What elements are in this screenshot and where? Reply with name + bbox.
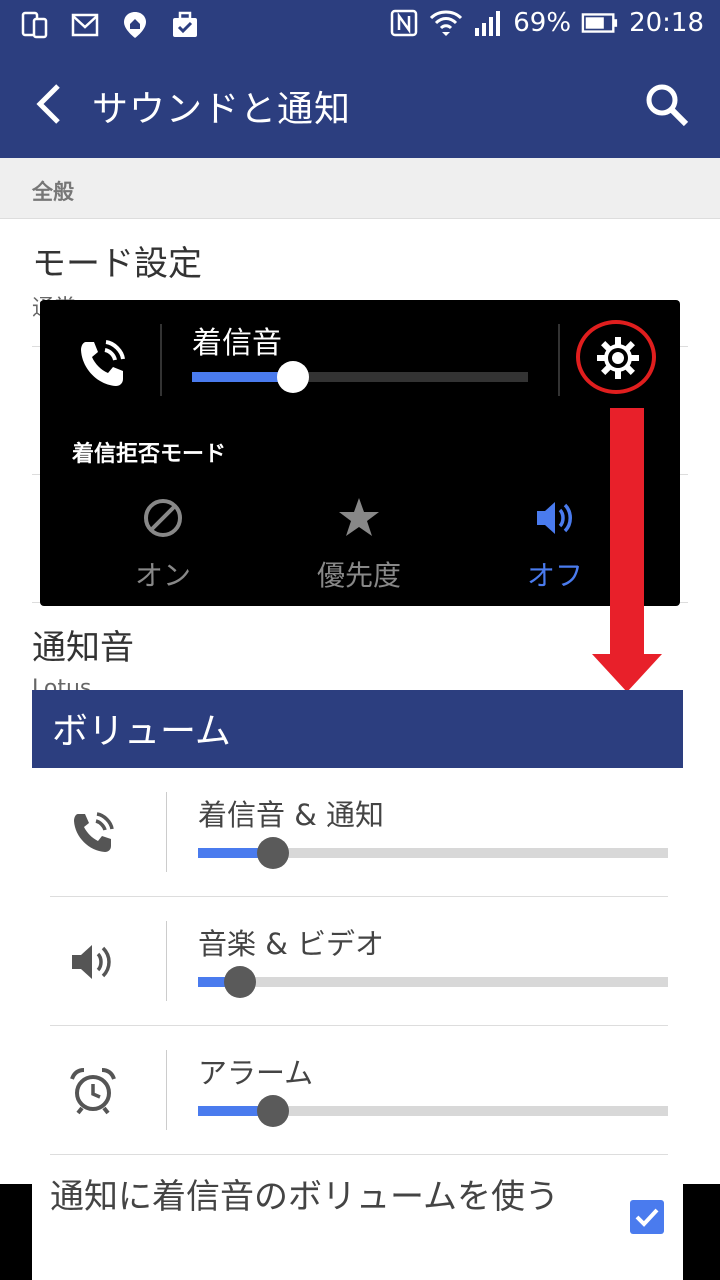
music-video-slider[interactable] xyxy=(198,966,668,998)
slider-thumb[interactable] xyxy=(224,966,256,998)
status-bar: 69% 20:18 xyxy=(0,0,720,50)
alarm-slider[interactable] xyxy=(198,1095,668,1127)
gmail-icon xyxy=(71,13,99,37)
clock: 20:18 xyxy=(629,8,704,38)
dnd-option-label: オン xyxy=(134,559,191,592)
divider xyxy=(166,1050,167,1130)
block-icon xyxy=(144,499,182,537)
wifi-icon xyxy=(430,10,463,36)
dnd-option-label: オフ xyxy=(526,559,583,592)
signal-icon xyxy=(475,11,501,36)
speaker-icon xyxy=(72,945,111,979)
volume-row-label: アラーム xyxy=(198,1056,314,1090)
alarm-clock-icon xyxy=(70,1068,116,1115)
volume-row-media: 音楽 & ビデオ xyxy=(50,897,668,1026)
battery-percent: 69% xyxy=(513,8,572,38)
divider xyxy=(166,921,167,1001)
volume-row-label: 音楽 & ビデオ xyxy=(198,927,385,961)
mode-setting-title[interactable]: モード設定 xyxy=(32,236,202,285)
ringtone-volume-label: 着信音 xyxy=(192,326,282,361)
dnd-mode-label: 着信拒否モード xyxy=(72,442,227,467)
briefcase-check-icon xyxy=(173,11,197,37)
phone-ring-icon xyxy=(81,340,125,386)
location-home-icon xyxy=(124,12,146,38)
battery-icon xyxy=(581,13,618,33)
annotation-arrow-head xyxy=(592,654,662,692)
dnd-option-label: 優先度 xyxy=(316,559,401,592)
ringtone-volume-slider[interactable] xyxy=(192,361,528,393)
annotation-arrow-shaft xyxy=(610,408,644,658)
volume-dialog-title: ボリューム xyxy=(52,711,231,752)
devices-icon xyxy=(21,11,48,39)
star-icon xyxy=(339,498,379,536)
dnd-option-priority[interactable]: 優先度 xyxy=(284,496,434,594)
dnd-option-off[interactable]: オフ xyxy=(480,496,630,594)
slider-thumb[interactable] xyxy=(257,837,289,869)
slider-thumb[interactable] xyxy=(277,361,309,393)
volume-row-ringtone: 着信音 & 通知 xyxy=(50,768,668,897)
divider xyxy=(558,324,560,396)
background-strip xyxy=(0,1184,32,1280)
app-bar: サウンドと通知 xyxy=(0,50,720,158)
divider xyxy=(166,792,167,872)
speaker-icon xyxy=(537,502,572,534)
use-ringtone-volume-checkbox[interactable] xyxy=(630,1200,664,1234)
divider xyxy=(160,324,162,396)
volume-popup: 着信音 着信拒否モード オン 優先度 オフ xyxy=(40,300,680,606)
nfc-icon xyxy=(391,9,418,37)
volume-row-alarm: アラーム xyxy=(50,1026,668,1155)
volume-dialog: ボリューム 着信音 & 通知 音楽 & ビデオ アラーム 通知に着信音のボリュー… xyxy=(32,690,683,1280)
use-ringtone-volume-label: 通知に着信音のボリュームを使う xyxy=(50,1177,559,1217)
background-strip xyxy=(683,1184,720,1280)
ringtone-notification-slider[interactable] xyxy=(198,837,668,869)
back-arrow-icon[interactable] xyxy=(30,82,66,126)
volume-row-label: 着信音 & 通知 xyxy=(198,798,385,832)
slider-thumb[interactable] xyxy=(257,1095,289,1127)
section-header: 全般 xyxy=(0,158,720,219)
search-icon[interactable] xyxy=(644,82,690,128)
dnd-option-on[interactable]: オン xyxy=(88,496,238,594)
page-title: サウンドと通知 xyxy=(92,89,352,130)
volume-dialog-header: ボリューム xyxy=(32,690,683,768)
notification-sound-title[interactable]: 通知音 xyxy=(32,620,134,669)
phone-ring-icon xyxy=(74,812,114,852)
gear-icon[interactable] xyxy=(596,336,640,380)
